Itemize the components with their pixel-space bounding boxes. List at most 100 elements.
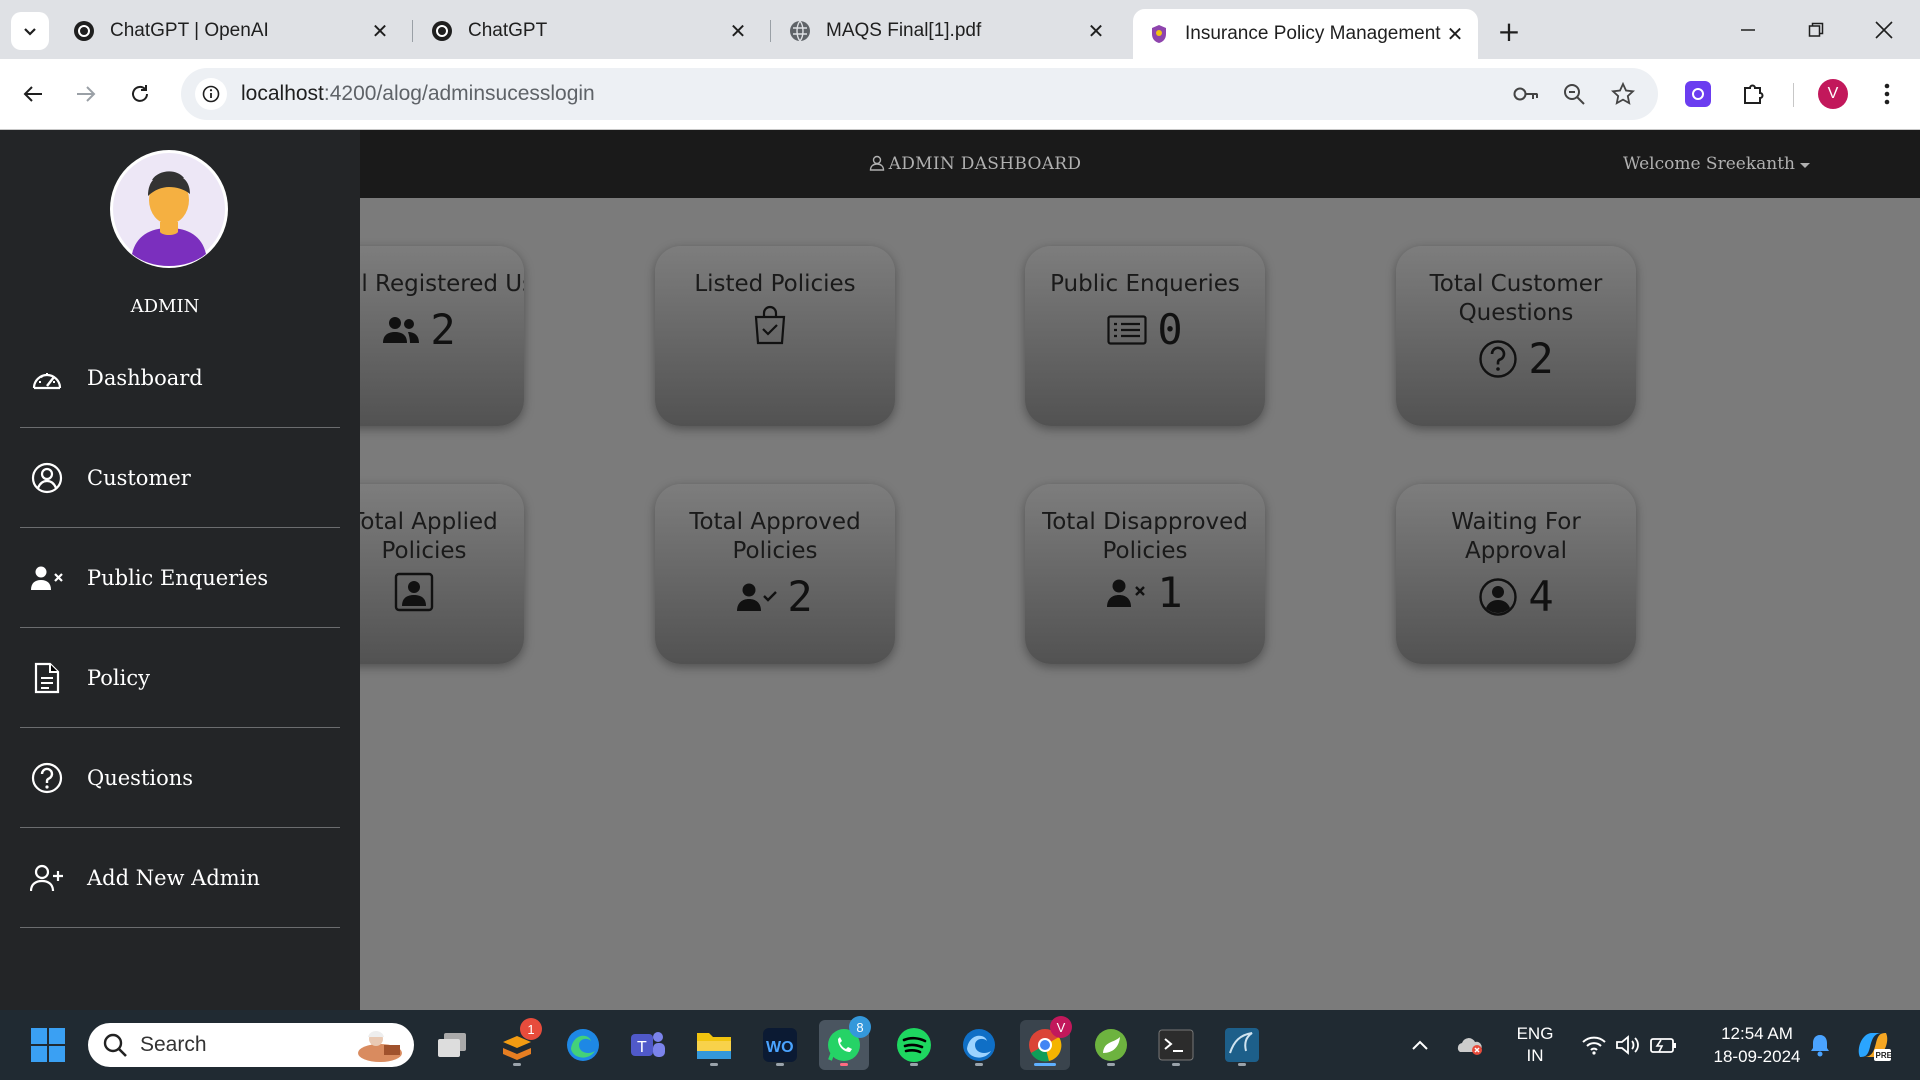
user-check-icon [737, 583, 778, 611]
forward-button[interactable] [68, 76, 104, 112]
sidebar-item-dashboard[interactable]: Dashboard [20, 328, 340, 428]
bookmark-star-icon[interactable] [1605, 76, 1641, 112]
globe-icon [788, 19, 812, 43]
whatsapp-icon[interactable]: 8 [819, 1016, 871, 1070]
tray-chevron-up-icon[interactable] [1405, 1020, 1435, 1070]
close-window-button[interactable] [1850, 0, 1918, 59]
svg-text:WO: WO [766, 1039, 794, 1056]
user-x-icon [30, 561, 64, 595]
question-circle-icon [1479, 339, 1518, 378]
card-value: 4 [1528, 572, 1554, 621]
chrome-icon[interactable]: V [1020, 1016, 1072, 1070]
new-tab-button[interactable]: + [1492, 14, 1526, 48]
start-button[interactable] [23, 1020, 73, 1070]
sidebar-item-public-enqueries[interactable]: Public Enqueries [20, 528, 340, 628]
document-icon [30, 661, 64, 695]
card-value: 2 [1528, 334, 1554, 383]
card-value: 2 [430, 305, 456, 354]
wifi-icon[interactable] [1577, 1020, 1611, 1070]
browser-tab[interactable]: ChatGPT | OpenAI ✕ [58, 10, 403, 52]
password-key-icon[interactable] [1508, 76, 1544, 112]
openai-icon [430, 19, 454, 43]
stat-card-disapproved-policies: Total Disapproved Policies 1 [1025, 484, 1265, 664]
close-tab-icon[interactable]: ✕ [1442, 21, 1468, 47]
spring-tool-icon[interactable] [1086, 1020, 1136, 1070]
sidebar-item-policy[interactable]: Policy [20, 628, 340, 728]
notification-badge: 1 [520, 1018, 542, 1040]
back-button[interactable] [15, 76, 51, 112]
close-tab-icon[interactable]: ✕ [725, 18, 751, 44]
welcome-dropdown[interactable]: Welcome Sreekanth [1623, 154, 1811, 174]
volume-icon[interactable] [1611, 1020, 1645, 1070]
task-view-icon[interactable] [427, 1020, 477, 1070]
site-info-icon[interactable] [195, 78, 227, 110]
list-icon [1107, 314, 1147, 345]
plus-icon: + [1497, 14, 1521, 48]
extension-icon[interactable] [1680, 76, 1716, 112]
caret-down-icon [1800, 163, 1811, 168]
sidebar-item-label: Dashboard [87, 365, 203, 390]
sidebar-item-label: Add New Admin [87, 865, 260, 890]
taskbar-search[interactable]: Search [88, 1023, 414, 1067]
card-title: Waiting For Approval [1451, 509, 1581, 564]
close-icon [1875, 20, 1893, 39]
mysql-workbench-icon[interactable] [1217, 1020, 1267, 1070]
openai-icon [72, 19, 96, 43]
profile-avatar[interactable]: V [1815, 76, 1851, 112]
sidebar-item-customer[interactable]: Customer [20, 428, 340, 528]
onedrive-error-icon[interactable] [1450, 1020, 1490, 1070]
minimize-icon [1741, 28, 1755, 31]
card-title: Total Disapproved Policies [1042, 509, 1248, 564]
browser-tab-strip: ChatGPT | OpenAI ✕ ChatGPT ✕ MAQS Final[… [0, 0, 1920, 59]
sidebar-item-label: Questions [87, 765, 194, 790]
search-highlight-icon [358, 1031, 402, 1062]
stat-card-waiting-approval: Waiting For Approval 4 [1396, 484, 1636, 664]
tab-search-button[interactable] [11, 12, 49, 50]
edge-dev-icon[interactable] [954, 1020, 1004, 1070]
app-wd-icon[interactable]: WO [755, 1020, 805, 1070]
browser-tab-active[interactable]: Insurance Policy Management ✕ [1133, 9, 1478, 59]
edge-browser-icon[interactable] [558, 1020, 608, 1070]
url-text: localhost:4200/alog/adminsucesslogin [241, 82, 595, 105]
admin-avatar [110, 150, 228, 268]
copilot-icon[interactable]: PRE [1848, 1020, 1898, 1070]
portrait-icon [394, 572, 434, 612]
users-icon [383, 316, 420, 343]
more-menu-icon[interactable] [1869, 76, 1905, 112]
arrow-left-icon [23, 86, 42, 102]
minimize-button[interactable] [1714, 0, 1782, 59]
language-indicator[interactable]: ENG IN [1510, 1023, 1560, 1067]
card-title: Total Customer Questions [1429, 271, 1603, 326]
card-title: Total Approved Policies [689, 509, 861, 564]
terminal-icon[interactable] [1151, 1020, 1201, 1070]
windows-logo-icon [31, 1028, 65, 1062]
taskbar-app-stack-icon[interactable]: 1 [492, 1018, 542, 1070]
stat-card-approved-policies: Total Approved Policies 2 [655, 484, 895, 664]
teams-icon[interactable]: T [623, 1020, 673, 1070]
zoom-icon[interactable] [1556, 76, 1592, 112]
restore-button[interactable] [1782, 0, 1850, 59]
browser-toolbar: localhost:4200/alog/adminsucesslogin V [0, 59, 1920, 129]
address-bar[interactable]: localhost:4200/alog/adminsucesslogin [181, 68, 1658, 120]
tab-title: Insurance Policy Management [1185, 23, 1441, 44]
spotify-icon[interactable] [889, 1020, 939, 1070]
sidebar-item-label: Customer [87, 465, 191, 490]
close-tab-icon[interactable]: ✕ [1083, 18, 1109, 44]
sidebar-item-questions[interactable]: Questions [20, 728, 340, 828]
reload-icon [132, 85, 148, 102]
close-tab-icon[interactable]: ✕ [367, 18, 393, 44]
browser-tab[interactable]: MAQS Final[1].pdf ✕ [774, 10, 1119, 52]
puzzle-extensions-icon[interactable] [1735, 76, 1771, 112]
reload-button[interactable] [122, 76, 158, 112]
sidebar-item-label: Policy [87, 665, 150, 690]
user-plus-icon [30, 861, 64, 895]
file-explorer-icon[interactable] [689, 1020, 739, 1070]
question-circle-icon [30, 761, 64, 795]
browser-tab[interactable]: ChatGPT ✕ [416, 10, 761, 52]
stat-card-customer-questions: Total Customer Questions 2 [1396, 246, 1636, 426]
sidebar-item-add-new-admin[interactable]: Add New Admin [20, 828, 340, 928]
notification-bell-icon[interactable] [1803, 1020, 1837, 1070]
admin-label: ADMIN [130, 296, 200, 317]
user-circle-icon [1479, 577, 1518, 616]
battery-icon[interactable] [1645, 1020, 1681, 1070]
